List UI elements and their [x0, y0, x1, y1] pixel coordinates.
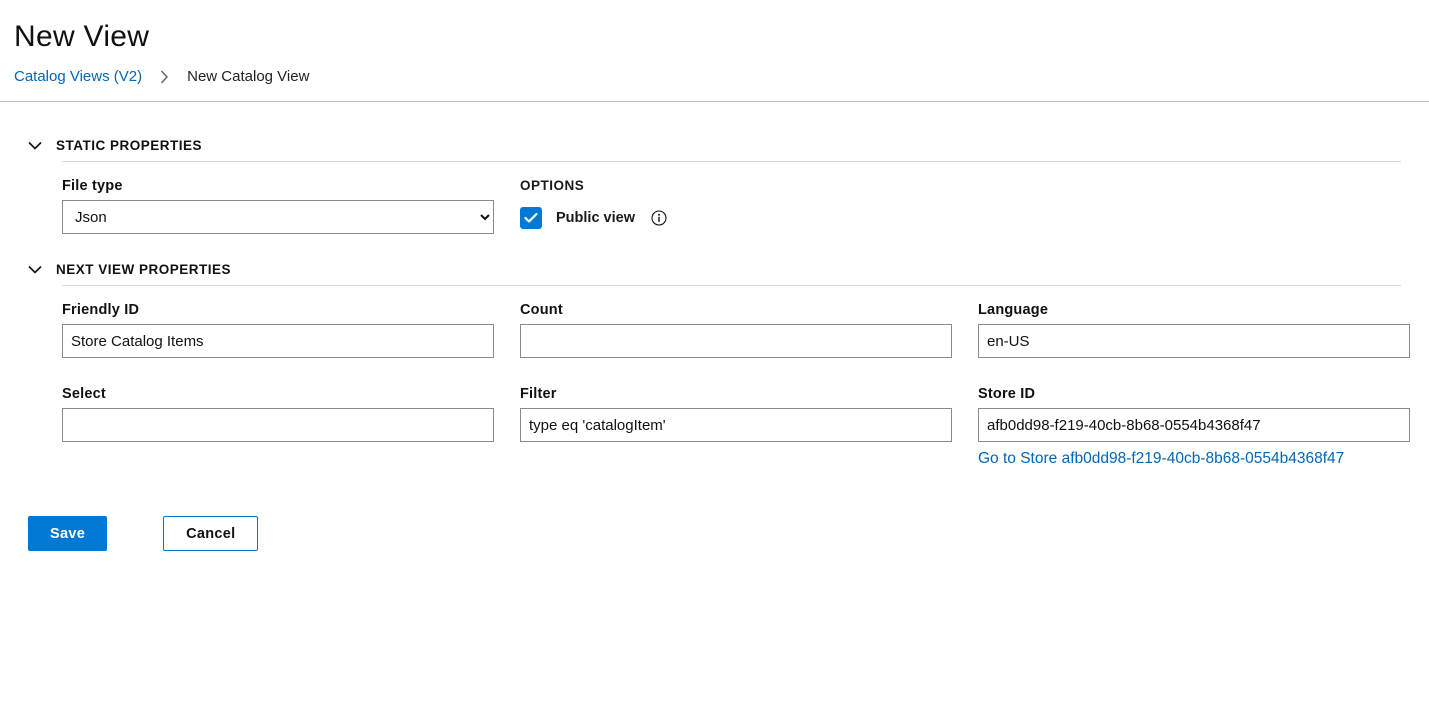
breadcrumb-parent-link[interactable]: Catalog Views (V2) — [14, 68, 142, 85]
store-id-label: Store ID — [978, 386, 1410, 402]
count-field: Count — [520, 302, 952, 358]
section-heading-static: STATIC PROPERTIES — [56, 138, 202, 153]
filter-label: Filter — [520, 386, 952, 402]
section-toggle-next[interactable]: NEXT VIEW PROPERTIES — [28, 262, 1401, 277]
language-field: Language — [978, 302, 1410, 358]
select-label: Select — [62, 386, 494, 402]
section-divider — [62, 285, 1401, 286]
select-field: Select — [62, 386, 494, 468]
info-icon[interactable] — [651, 210, 667, 226]
select-input[interactable] — [62, 408, 494, 442]
count-input[interactable] — [520, 324, 952, 358]
public-view-label: Public view — [556, 210, 635, 226]
friendly-id-field: Friendly ID — [62, 302, 494, 358]
file-type-select[interactable]: Json — [62, 200, 494, 234]
public-view-checkbox[interactable] — [520, 207, 542, 229]
page-title: New View — [14, 20, 1417, 54]
go-to-store-link[interactable]: Go to Store afb0dd98-f219-40cb-8b68-0554… — [978, 450, 1344, 468]
options-heading: OPTIONS — [520, 178, 952, 193]
chevron-down-icon — [28, 141, 42, 151]
breadcrumb-current: New Catalog View — [187, 68, 309, 85]
options-group: OPTIONS Public view — [520, 178, 952, 234]
filter-input[interactable] — [520, 408, 952, 442]
breadcrumb: Catalog Views (V2) New Catalog View — [14, 68, 1417, 85]
chevron-right-icon — [160, 70, 169, 84]
section-toggle-static[interactable]: STATIC PROPERTIES — [28, 138, 1401, 153]
store-id-input[interactable] — [978, 408, 1410, 442]
friendly-id-input[interactable] — [62, 324, 494, 358]
cancel-button[interactable]: Cancel — [163, 516, 258, 551]
file-type-field: File type Json — [62, 178, 494, 234]
count-label: Count — [520, 302, 952, 318]
section-divider — [62, 161, 1401, 162]
file-type-label: File type — [62, 178, 494, 194]
filter-field: Filter — [520, 386, 952, 468]
store-id-field: Store ID Go to Store afb0dd98-f219-40cb-… — [978, 386, 1410, 468]
section-heading-next: NEXT VIEW PROPERTIES — [56, 262, 231, 277]
friendly-id-label: Friendly ID — [62, 302, 494, 318]
language-input[interactable] — [978, 324, 1410, 358]
chevron-down-icon — [28, 265, 42, 275]
language-label: Language — [978, 302, 1410, 318]
save-button[interactable]: Save — [28, 516, 107, 551]
